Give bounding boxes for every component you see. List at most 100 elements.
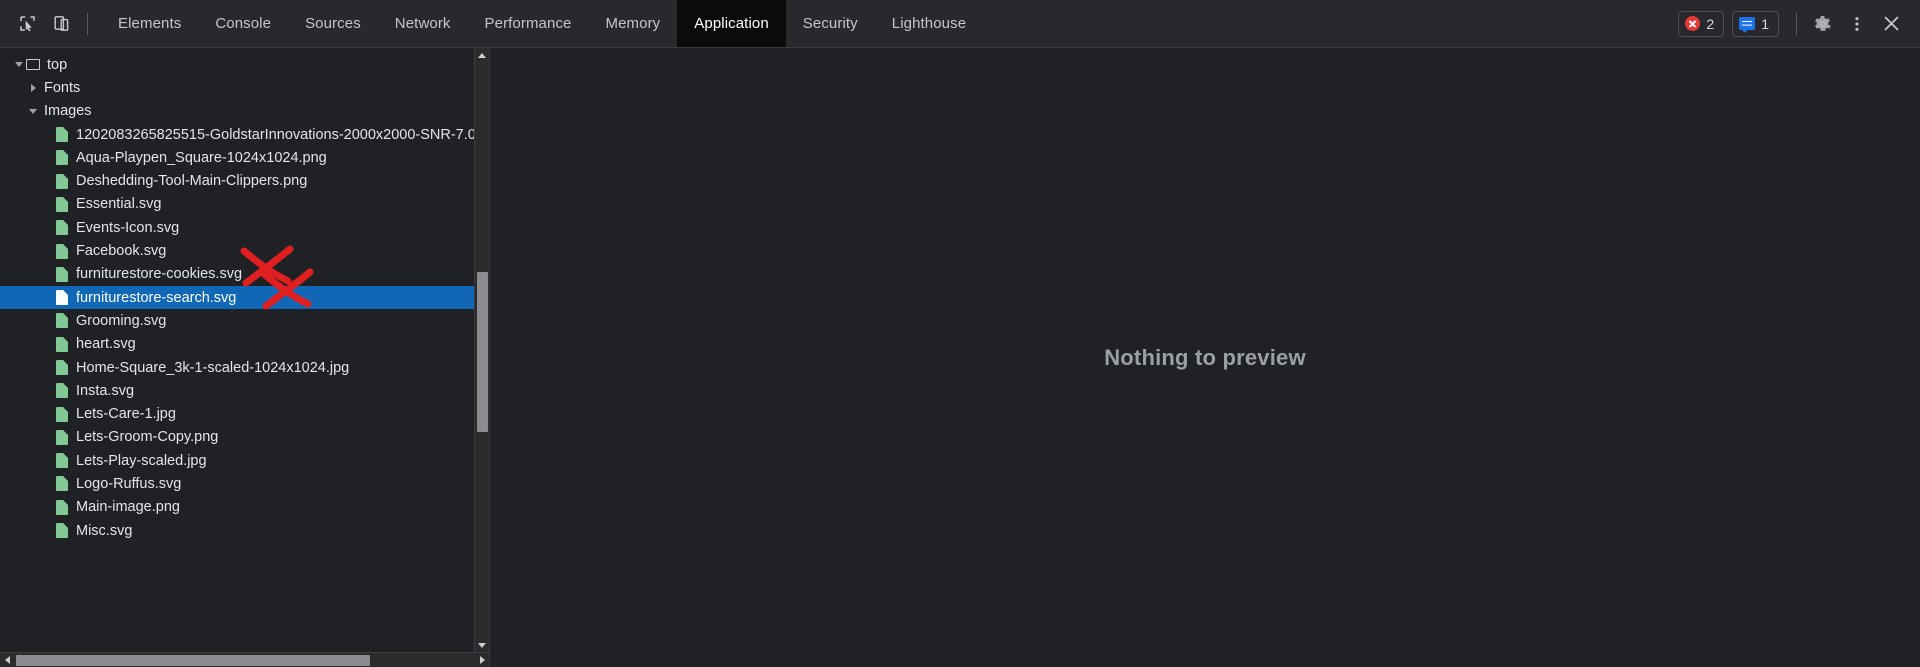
file-name-label: Essential.svg bbox=[76, 196, 162, 213]
file-icon bbox=[56, 360, 68, 375]
file-icon bbox=[56, 313, 68, 329]
tab-label: Performance bbox=[484, 15, 572, 32]
preview-panel: Nothing to preview bbox=[490, 48, 1920, 667]
vertical-scroll-thumb[interactable] bbox=[476, 272, 488, 432]
file-icon bbox=[56, 290, 68, 306]
tree-item-file[interactable]: Deshedding-Tool-Main-Clippers.png bbox=[0, 169, 489, 192]
file-name-label: Lets-Care-1.jpg bbox=[76, 406, 176, 423]
tree-item-file[interactable]: Events-Icon.svg bbox=[0, 216, 489, 239]
file-icon bbox=[56, 429, 68, 445]
tree-item-images[interactable]: Images bbox=[0, 100, 489, 123]
message-icon bbox=[1739, 17, 1756, 33]
tree-item-file[interactable]: Lets-Play-scaled.jpg bbox=[0, 449, 489, 472]
file-name-label: Facebook.svg bbox=[76, 243, 167, 260]
panel-tabs: Elements Console Sources Network Perform… bbox=[101, 0, 983, 47]
file-icon bbox=[56, 453, 68, 469]
file-name-label: Aqua-Playpen_Square-1024x1024.png bbox=[76, 149, 327, 166]
chevron-right-icon[interactable] bbox=[26, 83, 40, 92]
file-icon bbox=[56, 196, 68, 212]
tab-elements[interactable]: Elements bbox=[101, 0, 198, 47]
tree-item-file[interactable]: Aqua-Playpen_Square-1024x1024.png bbox=[0, 146, 489, 169]
nothing-to-preview-message: Nothing to preview bbox=[1104, 344, 1306, 370]
tree-horizontal-scrollbar[interactable] bbox=[0, 652, 489, 667]
inspect-cursor-glyph bbox=[19, 16, 35, 32]
toolbar-divider-left bbox=[87, 12, 88, 35]
tree-item-file[interactable]: Facebook.svg bbox=[0, 239, 489, 262]
gear-icon[interactable] bbox=[1806, 7, 1840, 41]
tree-item-file[interactable]: Home-Square_3k-1-scaled-1024x1024.jpg bbox=[0, 356, 489, 379]
file-icon bbox=[56, 336, 68, 352]
resource-tree-panel: top Fonts Images 1202083265825515-Goldst… bbox=[0, 48, 490, 667]
file-name-label: heart.svg bbox=[76, 336, 136, 353]
error-count-badge[interactable]: 2 bbox=[1678, 10, 1725, 37]
kebab-glyph bbox=[1855, 16, 1859, 31]
file-icon bbox=[56, 220, 68, 236]
tree-item-file[interactable]: Lets-Care-1.jpg bbox=[0, 402, 489, 425]
device-toolbar-glyph bbox=[54, 16, 68, 31]
file-icon bbox=[56, 476, 68, 492]
file-name-label: Deshedding-Tool-Main-Clippers.png bbox=[76, 173, 308, 190]
tree-item-file-selected[interactable]: furniturestore-search.svg bbox=[0, 285, 489, 310]
error-count-label: 2 bbox=[1706, 15, 1715, 32]
tab-security[interactable]: Security bbox=[786, 0, 875, 47]
tab-label: Sources bbox=[305, 15, 361, 32]
file-icon bbox=[56, 523, 68, 539]
inspect-cursor-icon[interactable] bbox=[10, 7, 44, 41]
tab-lighthouse[interactable]: Lighthouse bbox=[875, 0, 983, 47]
file-name-label: Events-Icon.svg bbox=[76, 219, 180, 236]
tree-vertical-scrollbar[interactable] bbox=[474, 48, 489, 652]
file-icon bbox=[56, 173, 68, 189]
tab-label: Elements bbox=[118, 15, 182, 32]
tab-performance[interactable]: Performance bbox=[468, 0, 589, 47]
tree-item-label: Images bbox=[44, 103, 92, 120]
tree-root: top Fonts Images 1202083265825515-Goldst… bbox=[0, 53, 489, 542]
tab-label: Security bbox=[802, 15, 858, 32]
toolbar-right-group: 2 1 bbox=[1678, 0, 1920, 47]
file-name-label: Main-image.png bbox=[76, 499, 180, 516]
tree-item-top[interactable]: top bbox=[0, 53, 489, 76]
file-name-label: Home-Square_3k-1-scaled-1024x1024.jpg bbox=[76, 359, 350, 376]
chevron-down-icon[interactable] bbox=[12, 62, 26, 68]
scroll-up-arrow-icon[interactable] bbox=[475, 48, 489, 62]
tab-memory[interactable]: Memory bbox=[589, 0, 678, 47]
tree-item-file[interactable]: Main-image.png bbox=[0, 496, 489, 519]
tab-sources[interactable]: Sources bbox=[288, 0, 378, 47]
gear-glyph bbox=[1815, 15, 1831, 31]
toolbar-left-group bbox=[0, 0, 97, 47]
tree-item-file[interactable]: heart.svg bbox=[0, 333, 489, 356]
tab-label: Lighthouse bbox=[891, 15, 967, 32]
tab-console[interactable]: Console bbox=[198, 0, 288, 47]
tree-item-file[interactable]: Lets-Groom-Copy.png bbox=[0, 426, 489, 449]
tree-item-file[interactable]: Insta.svg bbox=[0, 379, 489, 402]
tree-item-fonts[interactable]: Fonts bbox=[0, 76, 489, 99]
tab-label: Memory bbox=[605, 15, 661, 32]
tree-scroll-area[interactable]: top Fonts Images 1202083265825515-Goldst… bbox=[0, 48, 489, 652]
tree-item-file[interactable]: Misc.svg bbox=[0, 519, 489, 542]
message-count-badge[interactable]: 1 bbox=[1732, 10, 1779, 37]
tree-item-label: Fonts bbox=[44, 79, 81, 96]
frame-icon bbox=[26, 59, 40, 71]
devtools-body: top Fonts Images 1202083265825515-Goldst… bbox=[0, 48, 1920, 667]
scroll-down-arrow-icon[interactable] bbox=[475, 638, 489, 652]
chevron-down-icon[interactable] bbox=[26, 108, 40, 114]
scroll-left-arrow-icon[interactable] bbox=[0, 653, 14, 667]
tree-item-file[interactable]: Essential.svg bbox=[0, 193, 489, 216]
tree-item-file[interactable]: Grooming.svg bbox=[0, 309, 489, 332]
horizontal-scroll-thumb[interactable] bbox=[16, 655, 370, 666]
file-name-label: Grooming.svg bbox=[76, 312, 167, 329]
devtools-window: Elements Console Sources Network Perform… bbox=[0, 0, 1920, 667]
device-toolbar-icon[interactable] bbox=[44, 7, 78, 41]
tab-application[interactable]: Application bbox=[677, 0, 786, 47]
tree-item-file[interactable]: 1202083265825515-GoldstarInnovations-200… bbox=[0, 123, 489, 146]
file-name-label: furniturestore-search.svg bbox=[76, 289, 237, 306]
file-name-label: Lets-Play-scaled.jpg bbox=[76, 452, 207, 469]
tree-item-file[interactable]: furniturestore-cookies.svg bbox=[0, 263, 489, 286]
tab-network[interactable]: Network bbox=[378, 0, 468, 47]
kebab-menu-icon[interactable] bbox=[1840, 7, 1874, 41]
scroll-right-arrow-icon[interactable] bbox=[475, 653, 489, 667]
file-name-label: 1202083265825515-GoldstarInnovations-200… bbox=[76, 126, 485, 143]
file-icon bbox=[56, 127, 68, 143]
tab-label: Network bbox=[394, 15, 451, 32]
tree-item-file[interactable]: Logo-Ruffus.svg bbox=[0, 472, 489, 495]
close-icon[interactable] bbox=[1874, 7, 1908, 41]
